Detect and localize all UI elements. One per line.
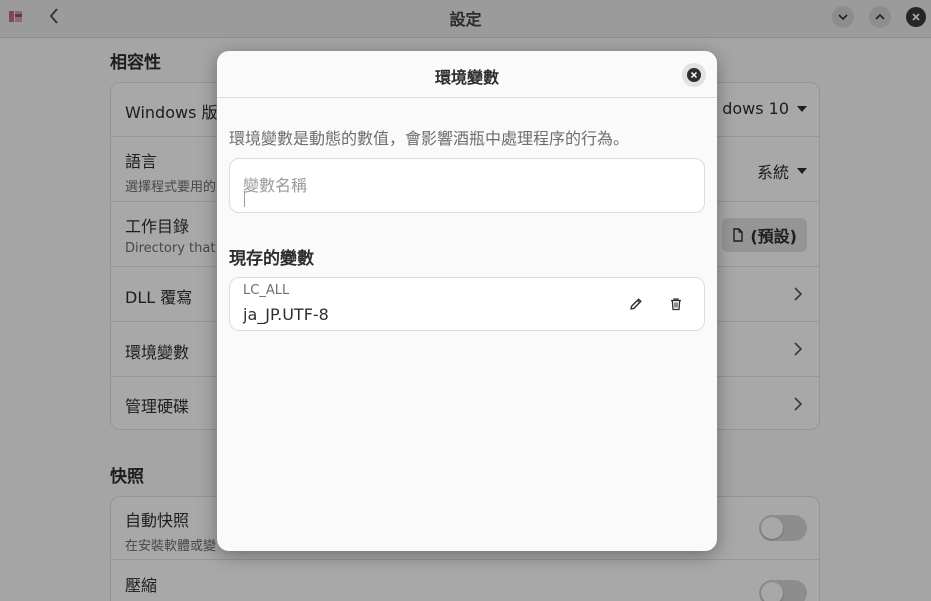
- delete-variable-button[interactable]: [666, 294, 686, 314]
- variable-key: LC_ALL: [243, 283, 290, 298]
- variable-name-row[interactable]: [229, 158, 705, 213]
- close-icon: [690, 71, 698, 79]
- edit-variable-button[interactable]: [626, 294, 646, 314]
- dialog-close-button[interactable]: [682, 63, 706, 87]
- dialog-title: 環境變數: [434, 68, 499, 87]
- pencil-icon: [630, 298, 642, 310]
- dialog-description: 環境變數是動態的數值，會影響酒瓶中處理程序的行為。: [229, 129, 630, 148]
- variable-value: ja_JP.UTF-8: [243, 305, 329, 324]
- trash-icon: [671, 298, 681, 311]
- dialog-header: 環境變數: [217, 51, 717, 98]
- text-cursor: [244, 191, 245, 207]
- env-vars-dialog: 環境變數 環境變數是動態的數值，會影響酒瓶中處理程序的行為。 現存的變數 LC_…: [217, 51, 717, 551]
- variable-name-input[interactable]: [243, 173, 683, 197]
- variable-row: LC_ALL ja_JP.UTF-8: [229, 277, 705, 331]
- existing-variables-title: 現存的變數: [229, 249, 314, 269]
